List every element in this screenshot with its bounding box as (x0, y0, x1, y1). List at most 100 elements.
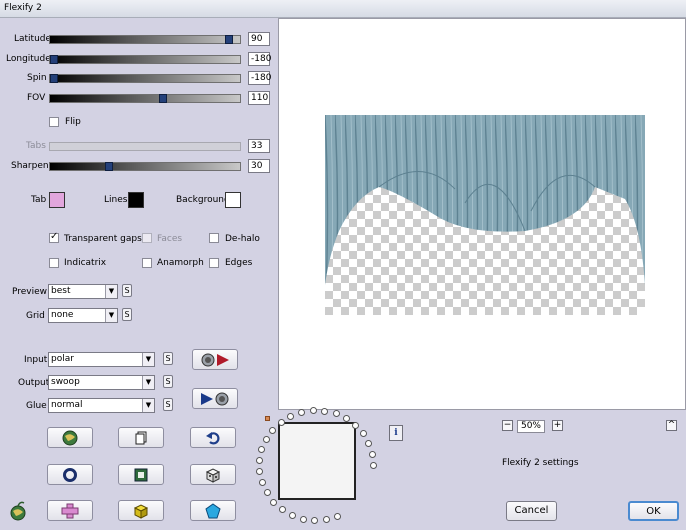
window-title: Flexify 2 (4, 3, 42, 13)
de-halo-label: De-halo (225, 234, 260, 244)
fov-slider[interactable] (49, 94, 241, 103)
ring-dot (256, 457, 263, 464)
flip-label: Flip (65, 117, 81, 127)
chevron-down-icon: ▼ (142, 399, 154, 412)
ok-button[interactable]: OK (628, 501, 679, 521)
spin-slider[interactable] (49, 74, 241, 83)
lines-color-label: Lines (104, 195, 128, 205)
collapse-button[interactable]: ^ (666, 420, 677, 431)
flexify-logo-icon (9, 501, 27, 521)
ring-dot (263, 436, 270, 443)
cube-icon (133, 503, 149, 519)
lines-color-swatch[interactable] (128, 192, 144, 208)
spin-slider-thumb[interactable] (50, 74, 58, 83)
swap-output-input-button[interactable] (192, 388, 238, 409)
ring-dot (270, 499, 277, 506)
frame-button[interactable] (118, 464, 164, 485)
glue-label: Glue (26, 401, 47, 411)
fov-value[interactable]: 110 (248, 91, 270, 105)
ring-dot (278, 419, 285, 426)
undo-button[interactable] (190, 427, 236, 448)
anamorph-label: Anamorph (157, 258, 204, 268)
ring-dot (360, 430, 367, 437)
tab-color-swatch[interactable] (49, 192, 65, 208)
cross-icon (61, 503, 79, 518)
ring-dot (300, 516, 307, 523)
ring-dot (287, 413, 294, 420)
preview-quality-select[interactable]: best ▼ (48, 284, 118, 299)
title-bar: Flexify 2 (0, 0, 686, 18)
longitude-value[interactable]: -180 (248, 52, 271, 66)
sharpen-slider-thumb[interactable] (105, 162, 113, 171)
sharpen-value[interactable]: 30 (248, 159, 270, 173)
edges-label: Edges (225, 258, 253, 268)
cancel-button[interactable]: Cancel (506, 501, 557, 521)
tabs-value: 33 (248, 139, 270, 153)
chevron-down-icon: ▼ (142, 376, 154, 389)
input-s-button[interactable]: S (163, 352, 173, 365)
grid-select[interactable]: none ▼ (48, 308, 118, 323)
input-label: Input (24, 355, 48, 365)
ring-button[interactable] (47, 464, 93, 485)
preview-image (325, 115, 645, 315)
sphere-to-play-icon (201, 353, 229, 366)
de-halo-checkbox[interactable] (209, 233, 219, 243)
background-color-swatch[interactable] (225, 192, 241, 208)
glue-value: normal (51, 400, 83, 410)
output-s-button[interactable]: S (163, 375, 173, 388)
output-value: swoop (51, 377, 80, 387)
ring-dot (279, 506, 286, 513)
info-button[interactable]: i (389, 425, 403, 441)
edges-checkbox[interactable] (209, 258, 219, 268)
ring-dot (370, 462, 377, 469)
sharpen-slider[interactable] (49, 162, 241, 171)
input-value: polar (51, 354, 74, 364)
ring-dot (269, 427, 276, 434)
longitude-slider-thumb[interactable] (50, 55, 58, 64)
spin-value[interactable]: -180 (248, 71, 271, 85)
flip-checkbox[interactable] (49, 117, 59, 127)
swap-input-output-button[interactable] (192, 349, 238, 370)
preview-quality-label: Preview (12, 287, 48, 297)
pentagon-button[interactable] (190, 500, 236, 521)
anamorph-checkbox[interactable] (142, 258, 152, 268)
preview-quality-s-button[interactable]: S (122, 284, 132, 297)
latitude-slider-thumb[interactable] (225, 35, 233, 44)
transparent-gaps-checkbox[interactable] (49, 231, 59, 243)
preview-canvas[interactable] (278, 18, 686, 410)
spin-label: Spin (27, 73, 47, 83)
ring-dot (352, 422, 359, 429)
input-select[interactable]: polar ▼ (48, 352, 155, 367)
ring-dot (333, 410, 340, 417)
longitude-slider[interactable] (49, 55, 241, 64)
fov-slider-thumb[interactable] (159, 94, 167, 103)
glue-s-button[interactable]: S (163, 398, 173, 411)
output-select[interactable]: swoop ▼ (48, 375, 155, 390)
latitude-slider[interactable] (49, 35, 241, 44)
thumbnail-preview[interactable] (278, 422, 356, 500)
grid-s-button[interactable]: S (122, 308, 132, 321)
ring-dot (343, 415, 350, 422)
globe-button[interactable] (47, 427, 93, 448)
indicatrix-checkbox[interactable] (49, 258, 59, 268)
dice-icon (205, 467, 221, 483)
cross-button[interactable] (47, 500, 93, 521)
grid-value: none (51, 310, 74, 320)
ring-dot (369, 451, 376, 458)
cube-button[interactable] (118, 500, 164, 521)
tabs-slider (49, 142, 241, 151)
zoom-level[interactable]: 50% (517, 420, 545, 433)
ring-dot (321, 408, 328, 415)
play-to-sphere-icon (201, 392, 229, 405)
copy-button[interactable] (118, 427, 164, 448)
ring-dot (311, 517, 318, 524)
random-button[interactable] (190, 464, 236, 485)
glue-select[interactable]: normal ▼ (48, 398, 155, 413)
zoom-out-button[interactable]: − (502, 420, 513, 431)
preview-quality-value: best (51, 286, 71, 296)
latitude-value[interactable]: 90 (248, 32, 270, 46)
output-label: Output (18, 378, 50, 388)
ring-dot (256, 468, 263, 475)
zoom-in-button[interactable]: + (552, 420, 563, 431)
copy-icon (135, 431, 147, 444)
